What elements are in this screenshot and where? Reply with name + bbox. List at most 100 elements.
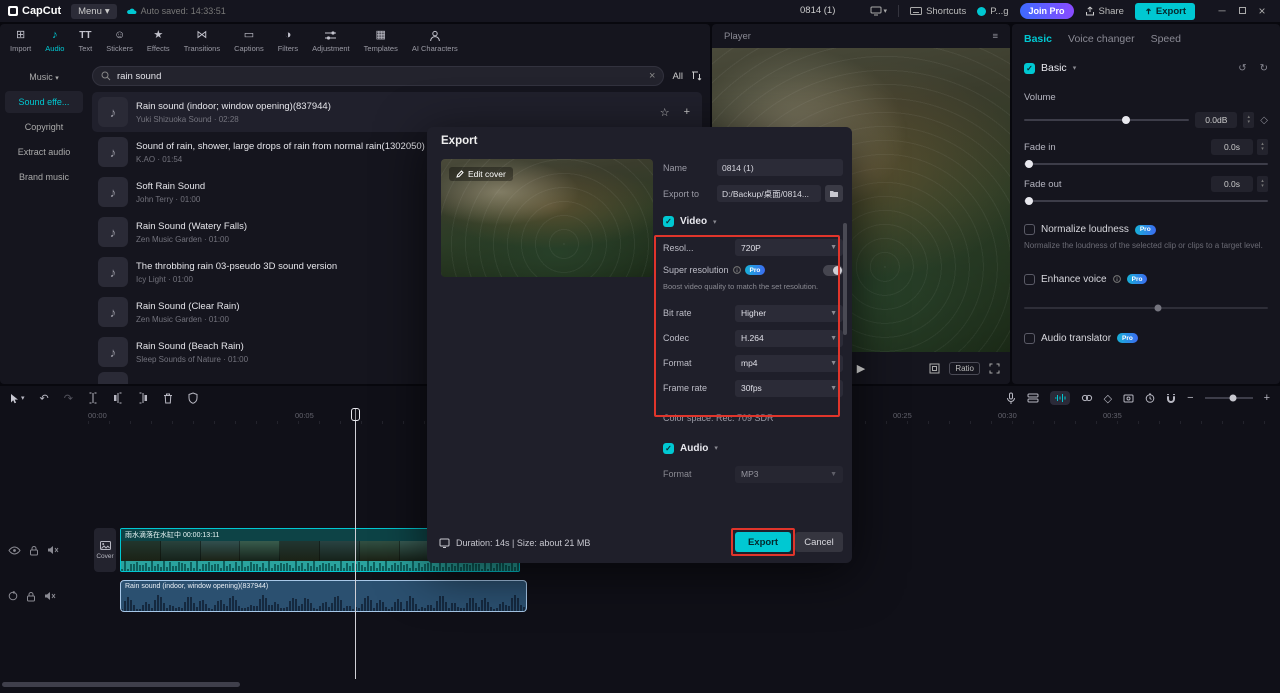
ribbon-tab-filters[interactable]: ◑ Filters bbox=[272, 29, 304, 53]
dialog-scrollbar[interactable] bbox=[843, 223, 847, 335]
ribbon-tab-captions[interactable]: ▭ Captions bbox=[228, 29, 270, 53]
audio-list-item[interactable]: ♪ Rain sound (indoor; window opening)(83… bbox=[92, 92, 702, 132]
ribbon-tab-stickers[interactable]: ☺ Stickers bbox=[100, 29, 139, 53]
minimize-button[interactable]: ─ bbox=[1212, 6, 1232, 17]
reset-icon[interactable]: ↺ bbox=[1238, 63, 1246, 74]
delete-right-icon[interactable] bbox=[138, 392, 148, 404]
split-icon[interactable] bbox=[88, 392, 98, 404]
fullscreen-icon[interactable] bbox=[989, 363, 1000, 374]
undo-icon[interactable]: ↶ bbox=[40, 392, 49, 405]
playhead-handle[interactable] bbox=[350, 408, 360, 421]
magnet-icon[interactable] bbox=[1166, 393, 1176, 404]
zoom-out-icon[interactable]: − bbox=[1187, 392, 1193, 404]
collapse-icon[interactable]: ▾ bbox=[1073, 64, 1077, 72]
frame-rate-dropdown[interactable]: 30fps ▼ bbox=[735, 379, 843, 397]
redo-settings-icon[interactable]: ↻ bbox=[1260, 63, 1268, 74]
fade-out-stepper[interactable]: ▴ ▾ bbox=[1257, 176, 1268, 192]
filter-all-dropdown[interactable]: All bbox=[672, 71, 683, 82]
shortcuts-button[interactable]: Shortcuts bbox=[910, 6, 966, 17]
audio-translator-checkbox[interactable] bbox=[1024, 332, 1035, 344]
maximize-button[interactable] bbox=[1232, 6, 1252, 17]
lock-track-icon[interactable] bbox=[29, 545, 39, 556]
fade-out-slider[interactable] bbox=[1024, 197, 1268, 205]
mute-track-icon[interactable] bbox=[47, 545, 59, 555]
video-checkbox[interactable]: ✓ bbox=[663, 216, 674, 227]
playhead[interactable] bbox=[350, 408, 360, 679]
export-path-value[interactable]: D:/Backup/桌面/0814... bbox=[717, 185, 821, 202]
tab-voice-changer[interactable]: Voice changer bbox=[1068, 33, 1135, 45]
clear-search-icon[interactable]: × bbox=[649, 70, 655, 82]
play-button[interactable]: ▶ bbox=[857, 362, 865, 375]
delete-left-icon[interactable] bbox=[113, 392, 123, 404]
audio-format-dropdown[interactable]: MP3 ▼ bbox=[735, 465, 843, 483]
bit-rate-dropdown[interactable]: Higher ▼ bbox=[735, 304, 843, 322]
mute-track-icon[interactable] bbox=[44, 591, 56, 601]
cancel-button[interactable]: Cancel bbox=[795, 532, 843, 552]
super-resolution-toggle[interactable] bbox=[823, 264, 843, 276]
resolution-dropdown[interactable]: 720P ▼ bbox=[735, 239, 843, 256]
basic-checkbox[interactable]: ✓ bbox=[1024, 62, 1035, 74]
track-visibility-icon[interactable] bbox=[8, 545, 21, 555]
cover-button[interactable]: Cover bbox=[94, 528, 116, 572]
redo-icon[interactable]: ↷ bbox=[64, 392, 73, 405]
favorite-icon[interactable]: ☆ bbox=[660, 106, 670, 119]
loop-track-icon[interactable] bbox=[8, 591, 18, 601]
fade-out-value[interactable]: 0.0s bbox=[1211, 176, 1253, 192]
timer-icon[interactable] bbox=[1145, 393, 1155, 403]
collapse-icon[interactable]: ▾ bbox=[714, 444, 718, 452]
format-dropdown[interactable]: mp4 ▼ bbox=[735, 354, 843, 372]
zoom-slider[interactable] bbox=[1204, 394, 1253, 402]
waveform-display-icon[interactable] bbox=[1049, 391, 1070, 405]
volume-stepper[interactable]: ▴ ▾ bbox=[1243, 112, 1255, 128]
collapse-icon[interactable]: ▾ bbox=[713, 218, 717, 226]
sidebar-item-extract-audio[interactable]: Extract audio bbox=[5, 141, 83, 163]
export-button-top[interactable]: Export bbox=[1134, 2, 1195, 20]
player-menu-icon[interactable]: ≡ bbox=[992, 31, 998, 42]
folder-icon[interactable] bbox=[825, 185, 843, 202]
audio-checkbox[interactable]: ✓ bbox=[663, 442, 674, 454]
select-tool[interactable]: ▾ bbox=[10, 393, 25, 404]
fit-icon[interactable] bbox=[929, 363, 940, 374]
keyframe-icon[interactable]: ◇ bbox=[1260, 115, 1268, 126]
normalize-loudness-checkbox[interactable] bbox=[1024, 224, 1035, 235]
ribbon-tab-transitions[interactable]: ⋈ Transitions bbox=[178, 29, 226, 53]
export-name-input[interactable] bbox=[717, 159, 843, 176]
user-avatar[interactable]: P...g bbox=[977, 6, 1009, 17]
share-button[interactable]: Share bbox=[1085, 6, 1124, 17]
fade-in-slider[interactable] bbox=[1024, 160, 1268, 168]
ratio-button[interactable]: Ratio bbox=[949, 361, 980, 375]
preview-frame-icon[interactable] bbox=[1123, 394, 1134, 403]
join-pro-button[interactable]: Join Pro bbox=[1019, 3, 1074, 19]
volume-slider[interactable] bbox=[1024, 116, 1190, 124]
ribbon-tab-ai-characters[interactable]: AI Characters bbox=[406, 29, 464, 53]
menu-button[interactable]: Menu ▾ bbox=[71, 3, 117, 19]
fade-in-value[interactable]: 0.0s bbox=[1211, 139, 1253, 155]
sidebar-item-brand-music[interactable]: Brand music bbox=[5, 166, 83, 188]
lock-track-icon[interactable] bbox=[26, 591, 36, 602]
ribbon-tab-import[interactable]: ⊞ Import bbox=[4, 29, 37, 53]
voiceover-mic-icon[interactable] bbox=[1006, 392, 1016, 405]
enhance-voice-slider[interactable] bbox=[1024, 304, 1268, 312]
link-clips-icon[interactable] bbox=[1081, 394, 1093, 402]
tab-speed[interactable]: Speed bbox=[1151, 33, 1181, 45]
ribbon-tab-text[interactable]: TT Text bbox=[72, 29, 98, 53]
sidebar-item-copyright[interactable]: Copyright bbox=[5, 116, 83, 138]
search-input[interactable] bbox=[117, 70, 643, 82]
audio-clip[interactable]: Rain sound (indoor, window opening)(8379… bbox=[120, 580, 527, 612]
mask-icon[interactable] bbox=[188, 392, 198, 404]
fade-in-stepper[interactable]: ▴ ▾ bbox=[1257, 139, 1268, 155]
keyframe-tool-icon[interactable]: ◇ bbox=[1104, 392, 1112, 405]
split-track-icon[interactable] bbox=[1027, 393, 1039, 403]
ribbon-tab-templates[interactable]: ▦ Templates bbox=[358, 29, 404, 53]
delete-icon[interactable] bbox=[163, 393, 173, 404]
edit-cover-button[interactable]: Edit cover bbox=[449, 167, 513, 181]
ribbon-tab-effects[interactable]: ★ Effects bbox=[141, 29, 176, 53]
sort-icon[interactable] bbox=[691, 71, 702, 81]
ribbon-tab-adjustment[interactable]: Adjustment bbox=[306, 29, 356, 53]
export-confirm-button[interactable]: Export bbox=[735, 532, 791, 552]
zoom-in-icon[interactable]: + bbox=[1264, 392, 1270, 404]
codec-dropdown[interactable]: H.264 ▼ bbox=[735, 329, 843, 347]
ribbon-tab-audio[interactable]: ♪ Audio bbox=[39, 29, 70, 53]
close-button[interactable]: × bbox=[1252, 4, 1272, 18]
sidebar-item-music[interactable]: Music ▾ bbox=[5, 66, 83, 88]
